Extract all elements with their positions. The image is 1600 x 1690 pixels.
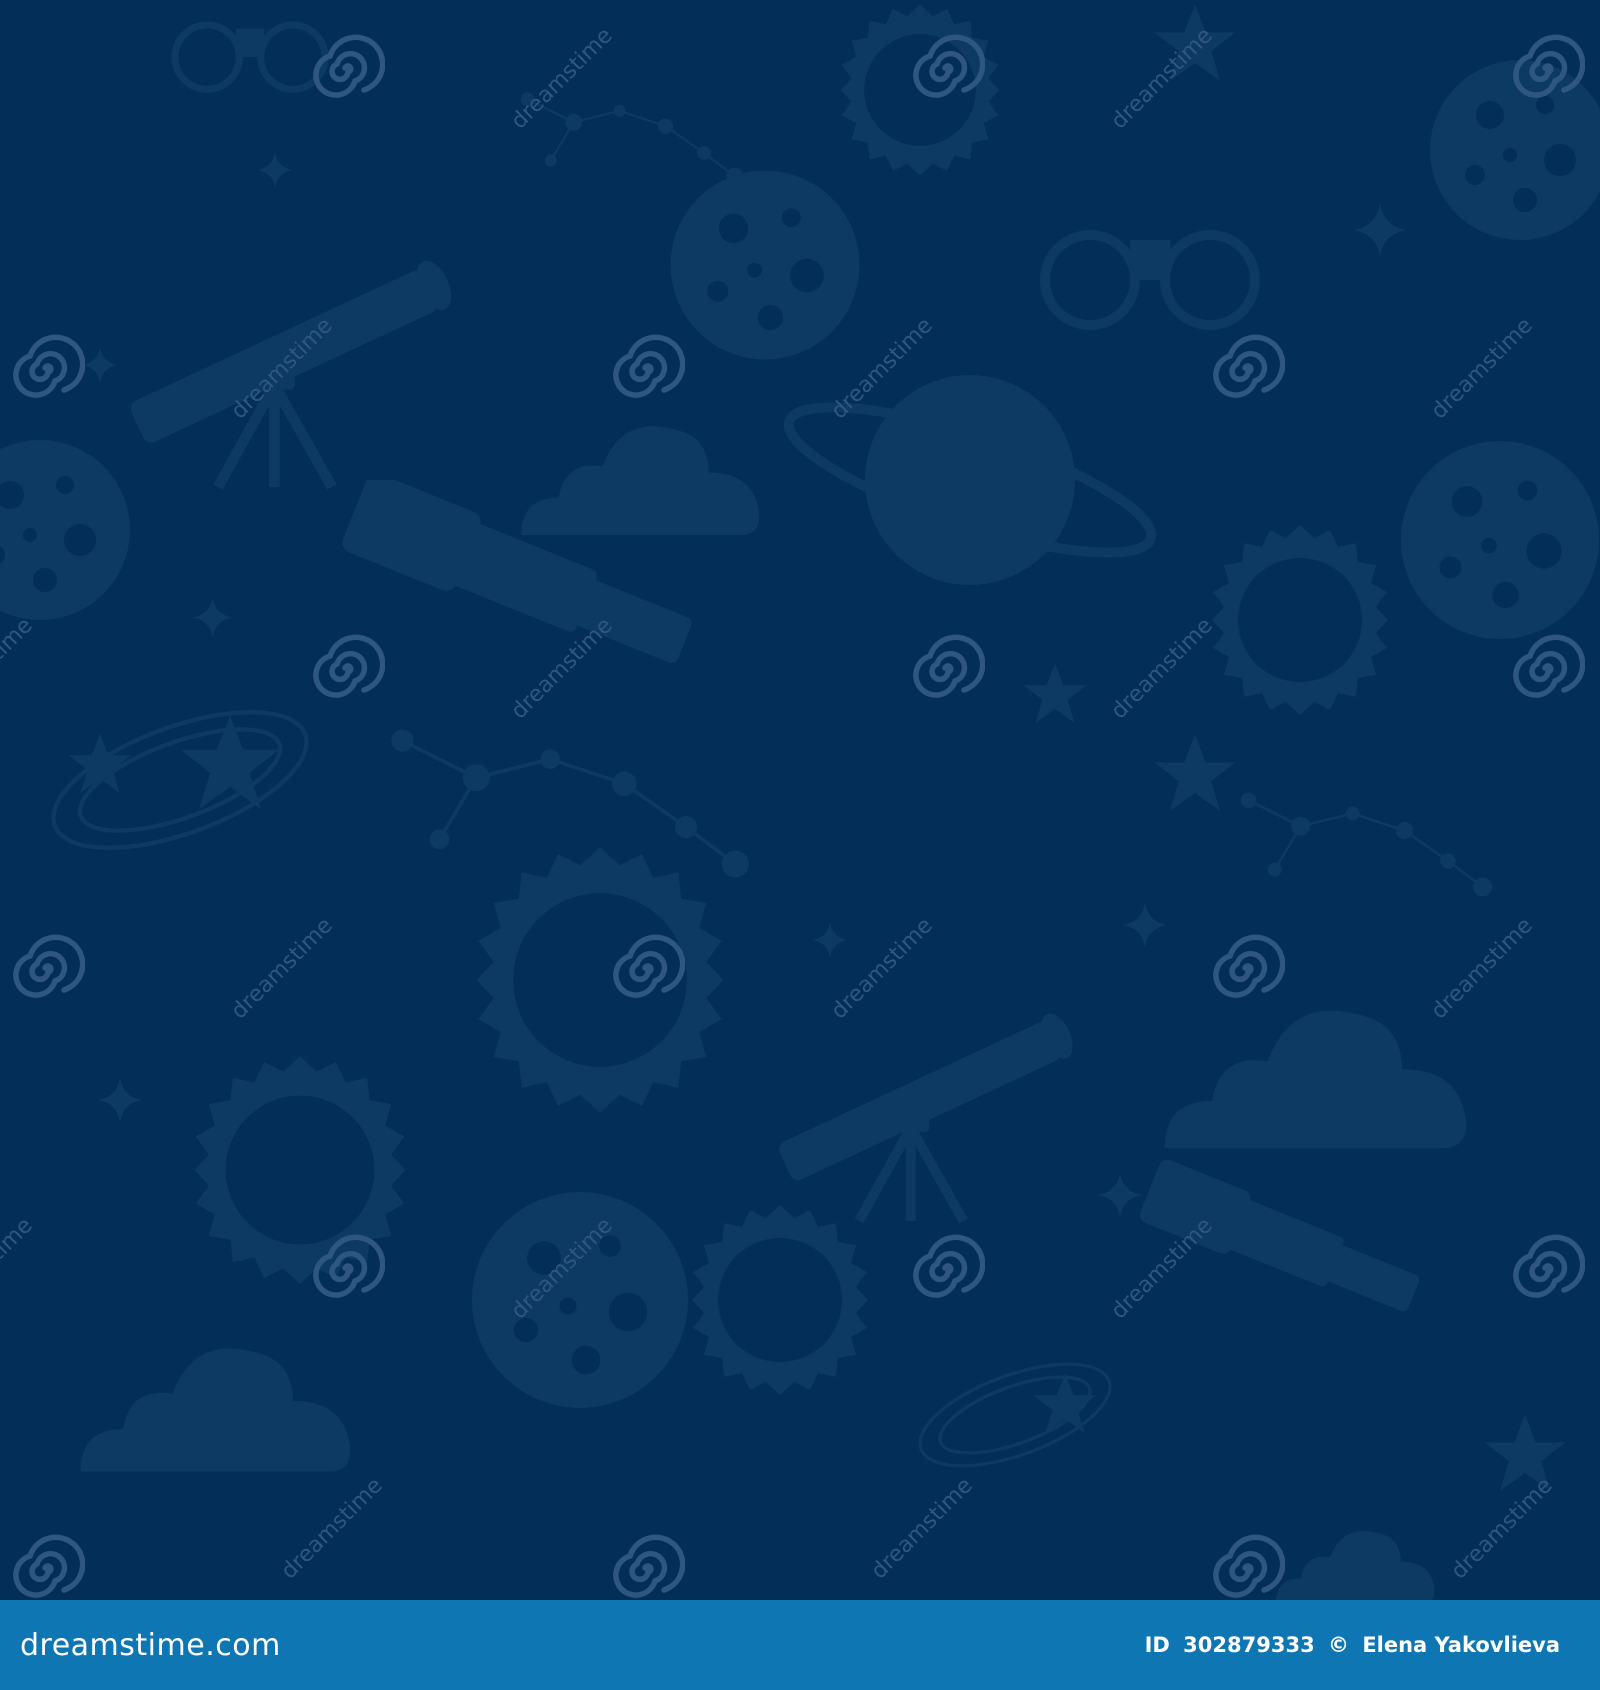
- watermark-text: dreamstime: [1427, 913, 1538, 1024]
- image-id: 302879333: [1183, 1633, 1315, 1657]
- copyright-symbol: ©: [1328, 1633, 1349, 1657]
- crescent-moon-icon: [0, 89, 59, 251]
- image-credit: ID 302879333 © Elena Yakovlieva: [1139, 1633, 1560, 1657]
- constellation-icon: [520, 90, 745, 187]
- sun-icon: [1212, 525, 1388, 715]
- pattern-canvas: dreamstime dreamstime dreamstime dreamstime…: [0, 0, 1600, 1600]
- space-pattern: dreamstime dreamstime dreamstime dreamstime…: [0, 4, 1600, 1600]
- watermark-text: dreamstime: [277, 1473, 388, 1584]
- watermark-text: dreamstime: [867, 1473, 978, 1584]
- dreamstime-spiral-logo-icon: [1516, 637, 1583, 695]
- sparkle-icon: [812, 922, 848, 958]
- silhouette-layer: [0, 4, 1600, 1600]
- cloud-icon: [521, 426, 760, 535]
- galaxy-icon: [36, 684, 323, 875]
- watermark-text: dreamstime: [227, 913, 338, 1024]
- watermark-text: dreamstime: [0, 613, 38, 724]
- dreamstime-spiral-logo-icon: [916, 637, 983, 695]
- star-icon: [1023, 663, 1087, 723]
- sun-icon: [476, 847, 724, 1113]
- crescent-moon-icon: [478, 289, 559, 451]
- watermark-text: dreamstime: [827, 913, 938, 1024]
- moon-icon: [472, 1192, 688, 1408]
- star-icon: [1154, 734, 1236, 811]
- watermark-text: dreamstime: [1107, 613, 1218, 724]
- sparkle-icon: [97, 1077, 143, 1123]
- moon-icon: [670, 170, 860, 360]
- watermark-text: dreamstime: [1107, 1213, 1218, 1324]
- moon-icon: [1401, 441, 1599, 639]
- id-label: ID: [1144, 1633, 1170, 1657]
- cloud-icon: [1164, 1010, 1467, 1149]
- dreamstime-spiral-logo-icon: [316, 637, 383, 695]
- dreamstime-spiral-logo-icon: [1216, 937, 1283, 995]
- dreamstime-spiral-logo-icon: [916, 1237, 983, 1295]
- site-name: dreamstime.com: [20, 1627, 281, 1663]
- constellation-icon: [1240, 790, 1494, 899]
- sparkle-icon: [192, 597, 233, 638]
- dreamstime-spiral-logo-icon: [616, 1537, 683, 1595]
- crescent-moon-icon: [814, 592, 922, 808]
- watermark-text: dreamstime: [1447, 1473, 1558, 1584]
- sun-icon: [692, 1205, 868, 1395]
- crescent-moon-icon: [0, 889, 79, 1051]
- watermark-text: dreamstime: [0, 1213, 38, 1324]
- watermark-text: dreamstime: [1107, 23, 1218, 134]
- cloud-icon: [1275, 1530, 1435, 1600]
- sparkle-icon: [1122, 902, 1168, 948]
- constellation-icon: [390, 727, 751, 880]
- footer-bar: dreamstime.com ID 302879333 © Elena Yako…: [0, 1600, 1600, 1690]
- sun-icon: [194, 1056, 406, 1284]
- cloud-icon: [80, 1348, 351, 1472]
- moon-icon: [0, 440, 130, 620]
- dreamstime-spiral-logo-icon: [1216, 337, 1283, 395]
- sparkle-icon: [82, 347, 118, 383]
- watermark-text: dreamstime: [1427, 313, 1538, 424]
- watermark-text: dreamstime: [507, 613, 618, 724]
- dreamstime-spiral-logo-icon: [616, 337, 683, 395]
- sparkle-icon: [1353, 203, 1407, 257]
- dreamstime-spiral-logo-icon: [1216, 1537, 1283, 1595]
- star-icon: [1484, 1414, 1566, 1491]
- sparkle-icon: [1097, 1172, 1143, 1218]
- galaxy-icon: [905, 1341, 1125, 1489]
- binoculars-icon: [1045, 235, 1255, 325]
- glasses-icon: [175, 25, 325, 89]
- sparkle-icon: [257, 152, 293, 188]
- dreamstime-spiral-logo-icon: [16, 1537, 83, 1595]
- dreamstime-spiral-logo-icon: [16, 337, 83, 395]
- telescope-icon: [776, 1009, 1079, 1221]
- dreamstime-spiral-logo-icon: [1516, 1237, 1583, 1295]
- author-name: Elena Yakovlieva: [1362, 1633, 1560, 1657]
